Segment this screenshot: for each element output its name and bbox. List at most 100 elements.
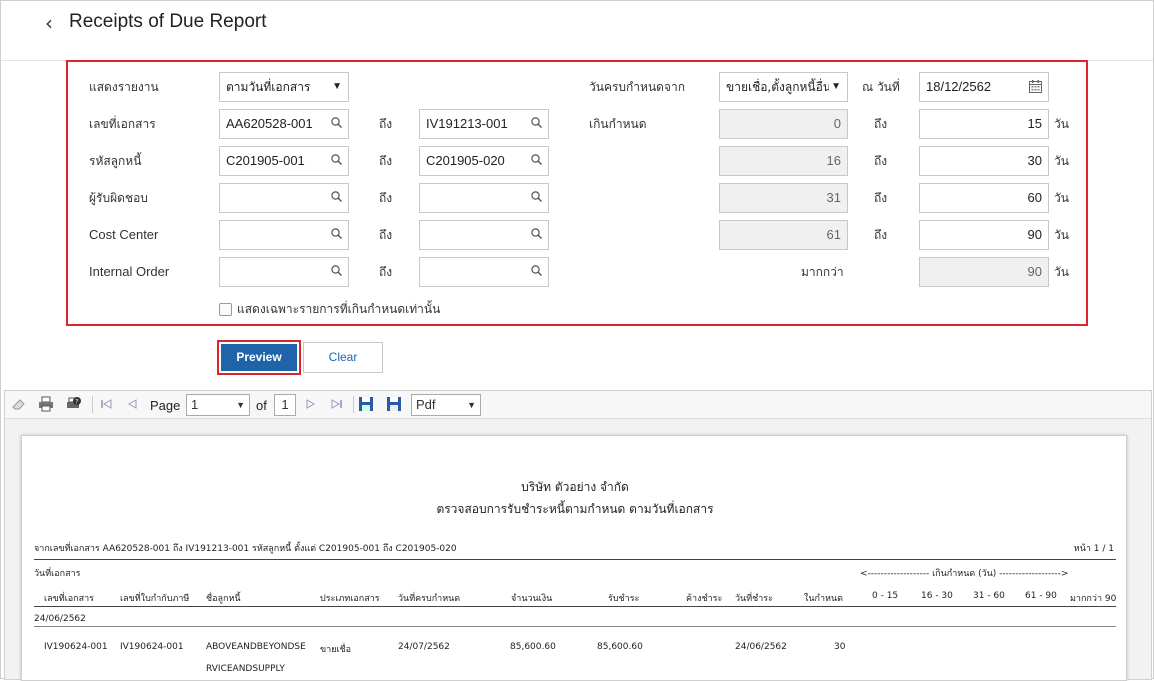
to-label: ถึง [874, 117, 888, 131]
report-type-select[interactable]: ตามวันที่เอกสาร ▼ [219, 72, 349, 102]
to-label: ถึง [874, 154, 888, 168]
range1-to-input[interactable]: 15 [919, 109, 1049, 139]
day-unit: วัน [1054, 228, 1069, 242]
report-type-label: แสดงรายงาน [89, 80, 159, 94]
viewer-toolbar: ? Page 1 ▼ of 1 Pdf ▼ [5, 391, 1151, 419]
page-number-select[interactable]: 1 ▼ [186, 394, 250, 416]
overdue-days-header: <------------------- เกินกำหนด (วัน) ---… [860, 569, 1069, 579]
back-chevron-icon[interactable]: ‹ [45, 11, 53, 35]
day-unit: วัน [1054, 117, 1069, 131]
col-doc-no: เลขที่เอกสาร [44, 594, 94, 604]
debtor-to-input[interactable]: C201905-020 [419, 146, 549, 176]
export-icon[interactable] [386, 396, 402, 412]
export-format-select[interactable]: Pdf ▼ [411, 394, 481, 416]
search-icon[interactable] [331, 228, 342, 239]
svg-text:?: ? [75, 399, 78, 406]
col-due-date: วันที่ครบกำหนด [398, 594, 461, 604]
search-icon[interactable] [531, 154, 542, 165]
dropdown-arrow-icon: ▼ [467, 400, 476, 410]
range1-from: 0 [719, 109, 848, 139]
col-31-60: 31 - 60 [973, 591, 1005, 601]
to-label: ถึง [874, 228, 888, 242]
clear-button[interactable]: Clear [303, 342, 383, 373]
company-name: บริษัท ตัวอย่าง จำกัด [521, 480, 629, 494]
internal-order-to-input[interactable] [419, 257, 549, 287]
day-unit: วัน [1054, 154, 1069, 168]
app-window: ‹ Receipts of Due Report แสดงรายงาน ตามว… [0, 0, 1154, 681]
eraser-icon[interactable] [11, 396, 27, 412]
toolbar-separator [353, 396, 354, 413]
col-doc-type: ประเภทเอกสาร [320, 594, 380, 604]
row-debtor-name: ABOVEANDBEYONDSE [206, 642, 306, 652]
of-label: of [256, 398, 267, 413]
print-icon[interactable] [38, 396, 54, 412]
responsible-from-input[interactable] [219, 183, 349, 213]
more-than-label: มากกว่า [801, 265, 844, 279]
col-16-30: 16 - 30 [921, 591, 953, 601]
report-page-no: หน้า 1 / 1 [1073, 544, 1114, 554]
to-label: ถึง [379, 154, 393, 168]
doc-from-input[interactable]: AA620528-001 [219, 109, 349, 139]
cost-center-to-input[interactable] [419, 220, 549, 250]
range2-to-input[interactable]: 30 [919, 146, 1049, 176]
day-unit: วัน [1054, 265, 1069, 279]
responsible-to-input[interactable] [419, 183, 549, 213]
report-criteria: จากเลขที่เอกสาร AA620528-001 ถึง IV19121… [34, 544, 457, 554]
search-icon[interactable] [531, 117, 542, 128]
col-over-90: มากกว่า 90 [1070, 594, 1117, 604]
next-page-icon[interactable] [303, 396, 319, 412]
search-icon[interactable] [331, 191, 342, 202]
range4-from: 61 [719, 220, 848, 250]
search-icon[interactable] [531, 265, 542, 276]
due-from-label: วันครบกำหนดจาก [589, 80, 685, 94]
dropdown-arrow-icon: ▼ [236, 400, 245, 410]
overdue-only-checkbox[interactable] [219, 303, 232, 316]
debtor-from-input[interactable]: C201905-001 [219, 146, 349, 176]
cost-center-from-input[interactable] [219, 220, 349, 250]
page-label: Page [150, 398, 181, 413]
due-from-select[interactable]: ขายเชื่อ,ตั้งลูกหนี้อื่น ▼ [719, 72, 848, 102]
internal-order-label: Internal Order [89, 264, 170, 279]
report-subtitle: ตรวจสอบการรับชำระหนี้ตามกำหนด ตามวันที่เ… [436, 502, 714, 516]
col-group-date: วันที่เอกสาร [34, 569, 81, 579]
search-icon[interactable] [331, 154, 342, 165]
col-debtor-name: ชื่อลูกหนี้ [206, 594, 241, 604]
col-tax-invoice: เลขที่ใบกำกับภาษี [120, 594, 190, 604]
last-page-icon[interactable] [329, 396, 345, 412]
overdue-only-label: แสดงเฉพาะรายการที่เกินกำหนดเท่านั้น [237, 302, 441, 316]
internal-order-from-input[interactable] [219, 257, 349, 287]
row-in-due: 30 [834, 642, 846, 652]
first-page-icon[interactable] [98, 396, 114, 412]
as-of-date-input[interactable]: 18/12/2562 [919, 72, 1049, 102]
row-doc-type: ขายเชื่อ [320, 645, 352, 655]
overdue-label: เกินกำหนด [589, 117, 647, 131]
col-paid: รับชำระ [608, 594, 640, 604]
range3-to-input[interactable]: 60 [919, 183, 1049, 213]
row-doc-no: IV190624-001 [44, 642, 108, 652]
page-total: 1 [274, 394, 296, 416]
dropdown-arrow-icon: ▼ [829, 73, 841, 101]
save-icon[interactable] [358, 396, 374, 412]
search-icon[interactable] [331, 265, 342, 276]
prev-page-icon[interactable] [124, 396, 140, 412]
calendar-icon[interactable] [1029, 80, 1042, 93]
page-title: Receipts of Due Report [69, 11, 267, 32]
row-amount: 85,600.60 [510, 642, 556, 652]
to-label: ถึง [379, 228, 393, 242]
preview-button[interactable]: Preview [221, 344, 297, 371]
to-label: ถึง [379, 191, 393, 205]
search-icon[interactable] [531, 228, 542, 239]
to-label: ถึง [379, 117, 393, 131]
search-icon[interactable] [331, 117, 342, 128]
range4-to-input[interactable]: 90 [919, 220, 1049, 250]
search-icon[interactable] [531, 191, 542, 202]
divider [34, 626, 1116, 627]
col-in-due: ในกำหนด [804, 594, 843, 604]
col-0-15: 0 - 15 [872, 591, 899, 601]
doc-to-input[interactable]: IV191213-001 [419, 109, 549, 139]
col-pay-date: วันที่ชำระ [735, 594, 773, 604]
page-header: ‹ Receipts of Due Report [1, 1, 1153, 61]
day-unit: วัน [1054, 191, 1069, 205]
print-setup-icon[interactable]: ? [66, 396, 82, 412]
row-tax-invoice: IV190624-001 [120, 642, 184, 652]
